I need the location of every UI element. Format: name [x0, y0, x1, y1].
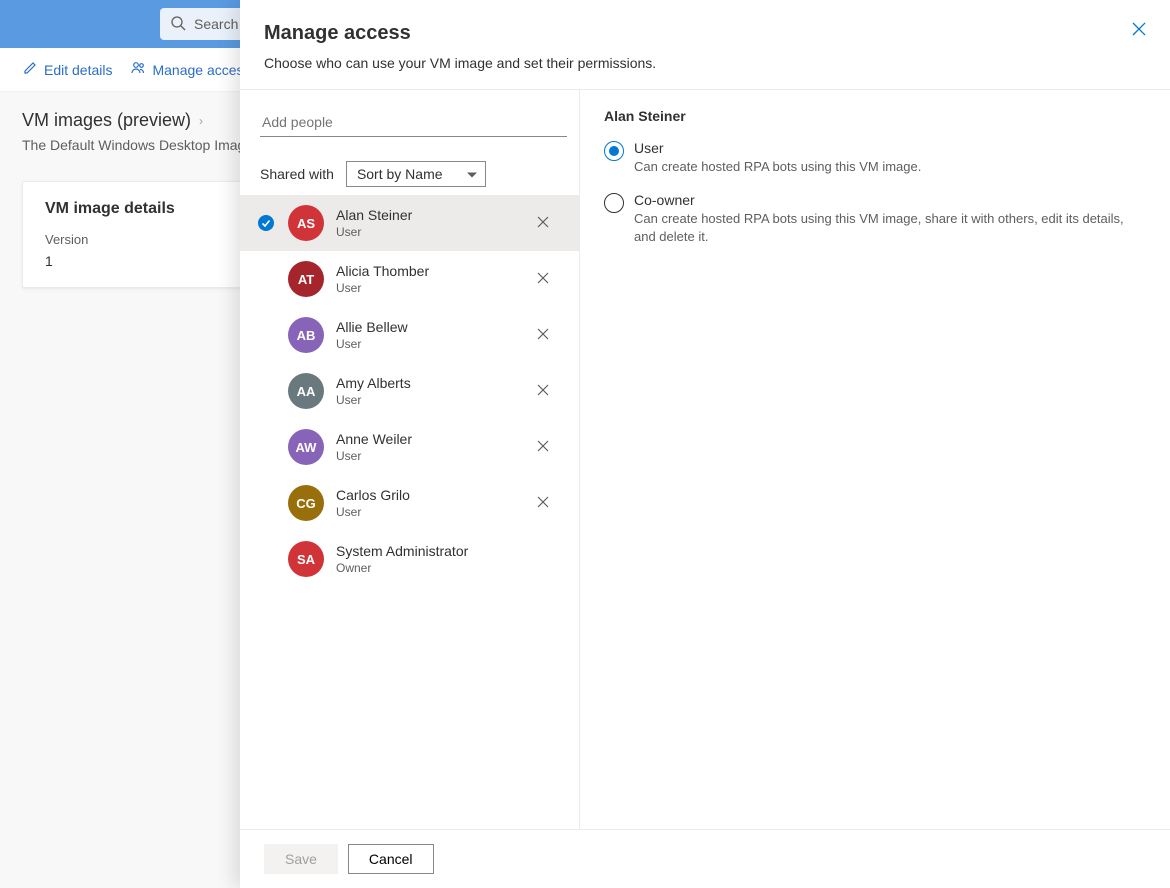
person-name: Alicia Thomber [336, 263, 517, 279]
search-icon [170, 15, 194, 34]
avatar: AB [288, 317, 324, 353]
person-info: System Administrator Owner [336, 543, 563, 575]
pencil-icon [22, 60, 38, 79]
person-role: User [336, 225, 517, 239]
person-item[interactable]: CG Carlos Grilo User [240, 475, 579, 531]
chevron-right-icon: › [199, 114, 203, 128]
avatar: AT [288, 261, 324, 297]
person-info: Anne Weiler User [336, 431, 517, 463]
close-icon [1132, 23, 1146, 39]
shared-with-label: Shared with [260, 166, 334, 182]
person-item[interactable]: SA System Administrator Owner [240, 531, 579, 587]
avatar: AW [288, 429, 324, 465]
person-name: Amy Alberts [336, 375, 517, 391]
search-placeholder: Search [194, 16, 238, 32]
add-people-input[interactable] [260, 108, 567, 137]
sort-value: Sort by Name [357, 166, 443, 182]
manage-access-button[interactable]: Manage access [130, 60, 250, 79]
person-name: Allie Bellew [336, 319, 517, 335]
cancel-button[interactable]: Cancel [348, 844, 434, 874]
panel-body: Shared with Sort by Name AS Alan Steiner U… [240, 89, 1170, 829]
panel-title: Manage access [264, 22, 411, 45]
manage-access-label: Manage access [152, 62, 250, 78]
selection-indicator [256, 215, 276, 231]
permission-label: Co-owner [634, 192, 1146, 208]
remove-person-button[interactable] [529, 209, 557, 237]
manage-access-panel: Manage access Choose who can use your VM… [240, 0, 1170, 888]
radio-button[interactable] [604, 141, 624, 161]
person-item[interactable]: AB Allie Bellew User [240, 307, 579, 363]
close-icon [537, 383, 549, 399]
permission-description: Can create hosted RPA bots using this VM… [634, 158, 921, 176]
person-info: Allie Bellew User [336, 319, 517, 351]
permission-option[interactable]: User Can create hosted RPA bots using thi… [604, 140, 1146, 176]
person-name: Anne Weiler [336, 431, 517, 447]
person-item[interactable]: AW Anne Weiler User [240, 419, 579, 475]
radio-button[interactable] [604, 193, 624, 213]
person-name: Carlos Grilo [336, 487, 517, 503]
close-icon [537, 271, 549, 287]
person-info: Alan Steiner User [336, 207, 517, 239]
sort-dropdown[interactable]: Sort by Name [346, 161, 486, 187]
close-icon [537, 215, 549, 231]
panel-description: Choose who can use your VM image and set… [240, 55, 1170, 89]
selected-person-name: Alan Steiner [604, 108, 1146, 124]
permission-description: Can create hosted RPA bots using this VM… [634, 210, 1146, 246]
person-name: System Administrator [336, 543, 563, 559]
person-name: Alan Steiner [336, 207, 517, 223]
person-info: Carlos Grilo User [336, 487, 517, 519]
panel-header: Manage access [240, 0, 1170, 55]
person-role: User [336, 505, 517, 519]
person-role: User [336, 337, 517, 351]
person-info: Amy Alberts User [336, 375, 517, 407]
person-list: ASAlan SteinerUserATAlicia ThomberUserAB… [240, 195, 579, 587]
edit-details-label: Edit details [44, 62, 112, 78]
person-item[interactable]: AA Amy Alberts User [240, 363, 579, 419]
people-pane: Shared with Sort by Name AS Alan Steiner U… [240, 90, 580, 829]
person-role: User [336, 449, 517, 463]
person-item[interactable]: AS Alan Steiner User [240, 195, 579, 251]
permission-label: User [634, 140, 921, 156]
person-info: Alicia Thomber User [336, 263, 517, 295]
breadcrumb-root[interactable]: VM images (preview) [22, 110, 191, 131]
remove-person-button[interactable] [529, 433, 557, 461]
edit-details-button[interactable]: Edit details [22, 60, 112, 79]
panel-footer: Save Cancel [240, 829, 1170, 888]
people-icon [130, 60, 146, 79]
remove-person-button[interactable] [529, 377, 557, 405]
close-icon [537, 495, 549, 511]
remove-person-button[interactable] [529, 321, 557, 349]
radio-dot-icon [609, 146, 619, 156]
person-role: Owner [336, 561, 563, 575]
avatar: AS [288, 205, 324, 241]
close-panel-button[interactable] [1132, 22, 1146, 39]
person-role: User [336, 281, 517, 295]
remove-person-button[interactable] [529, 265, 557, 293]
checkmark-icon [258, 215, 274, 231]
avatar: AA [288, 373, 324, 409]
avatar: SA [288, 541, 324, 577]
permissions-pane: Alan Steiner User Can create hosted RPA b… [580, 90, 1170, 829]
close-icon [537, 439, 549, 455]
avatar: CG [288, 485, 324, 521]
person-role: User [336, 393, 517, 407]
remove-person-button[interactable] [529, 489, 557, 517]
close-icon [537, 327, 549, 343]
permission-option[interactable]: Co-owner Can create hosted RPA bots using… [604, 192, 1146, 246]
save-button[interactable]: Save [264, 844, 338, 874]
person-item[interactable]: AT Alicia Thomber User [240, 251, 579, 307]
